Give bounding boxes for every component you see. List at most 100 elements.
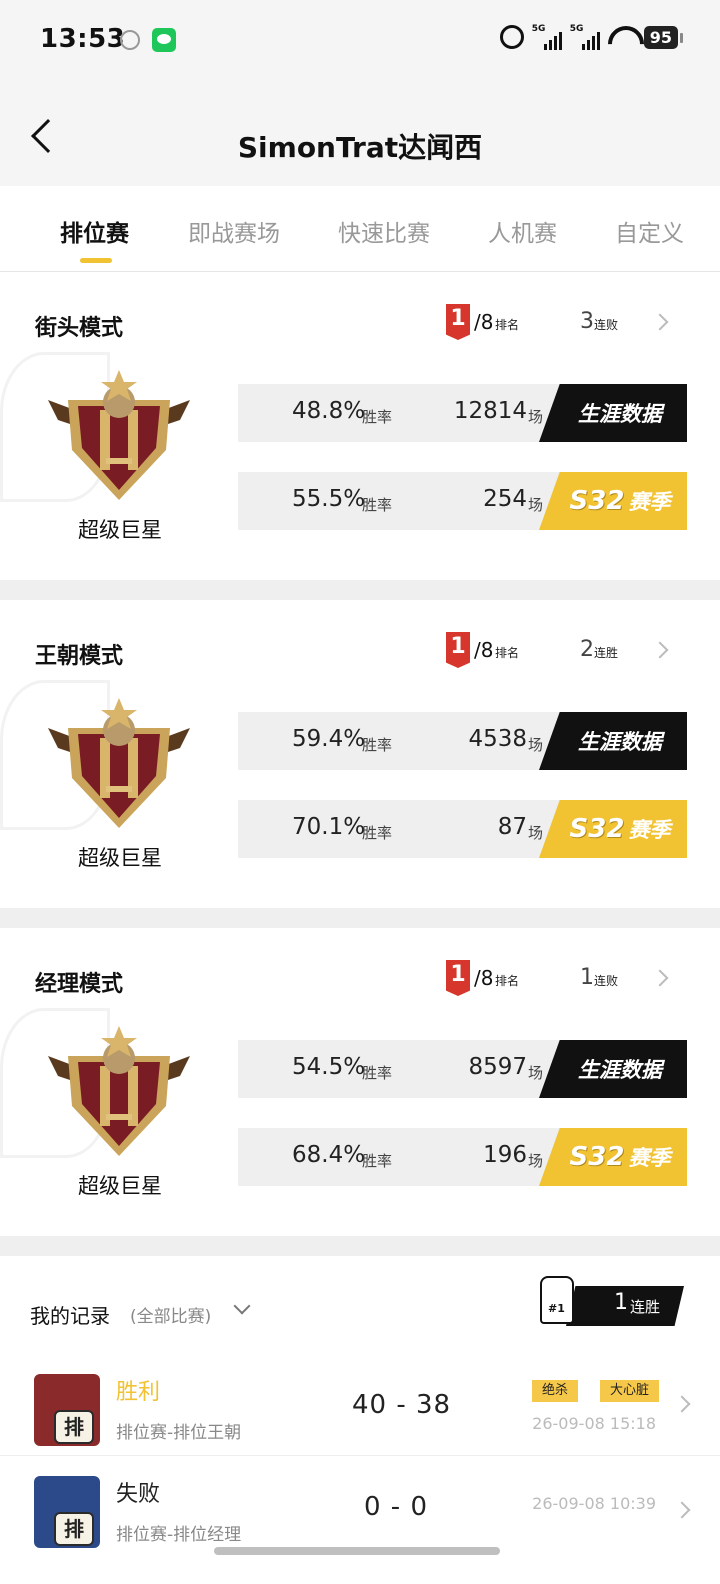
wechat-notification-icon	[152, 28, 176, 52]
rank-total: /8	[474, 966, 494, 990]
games-count: 4538	[468, 726, 527, 752]
win-rate: 59.4%	[292, 726, 366, 752]
games-label: 场	[528, 408, 544, 426]
clock: 13:53	[40, 24, 126, 54]
rank-label: 排名	[495, 646, 520, 660]
win-rate-label: 胜率	[362, 496, 393, 514]
signal-icon-1: 5G	[532, 24, 562, 50]
match-time: 26-09-08 15:18	[532, 1414, 656, 1433]
status-bar: 13:53 5G 5G 95	[0, 0, 720, 80]
career-stats-row[interactable]: 54.5% 胜率 8597 场 生涯数据	[238, 1040, 687, 1098]
season-number: S32	[569, 1142, 625, 1172]
games-count: 12814	[453, 398, 527, 424]
win-rate: 70.1%	[292, 814, 366, 840]
season-number: S32	[569, 814, 625, 844]
alarm-notification-icon	[120, 30, 140, 50]
status-icons: 5G 5G 95	[499, 24, 684, 50]
streak-count: 3	[580, 309, 594, 334]
games-count: 87	[497, 814, 527, 840]
wifi-icon	[608, 26, 636, 48]
tab-ranked[interactable]: 排位赛	[60, 214, 129, 248]
match-score: 0 - 0	[364, 1492, 428, 1522]
win-streak-count: 1	[614, 1290, 628, 1315]
chevron-down-icon[interactable]	[233, 1297, 251, 1315]
match-tag: 绝杀	[532, 1380, 579, 1402]
streak-count: 1	[580, 965, 594, 990]
chevron-right-icon[interactable]	[673, 1501, 691, 1519]
match-result: 胜利	[116, 1380, 161, 1405]
mode-title: 王朝模式	[35, 644, 124, 669]
streak-label: 连败	[594, 318, 619, 332]
superstar-badge-icon	[48, 370, 190, 500]
streak-count: 2	[580, 637, 594, 662]
season-stats-row[interactable]: 55.5% 胜率 254 场 S32 赛季	[238, 472, 687, 530]
win-rate-label: 胜率	[362, 408, 393, 426]
win-rate-label: 胜率	[362, 1064, 393, 1082]
match-mode: 排位赛-排位经理	[116, 1525, 242, 1545]
rank-total: /8	[474, 310, 494, 334]
win-streak-banner: 1 连胜	[566, 1286, 684, 1326]
badge-label: 超级巨星	[78, 518, 162, 542]
active-tab-indicator	[80, 258, 112, 263]
manager-mode-icon: 排	[34, 1476, 100, 1548]
rank-label: 排名	[495, 318, 520, 332]
match-tag: 大心脏	[600, 1380, 660, 1402]
ranked-badge: 排	[54, 1410, 94, 1444]
career-stats-row[interactable]: 59.4% 胜率 4538 场 生涯数据	[238, 712, 687, 770]
season-tag: S32 赛季	[539, 1128, 687, 1186]
games-label: 场	[528, 824, 544, 842]
mode-card-manager: 经理模式 1 /8 排名 1 连败 超级巨星 54.5% 胜率 8597 场 生…	[0, 928, 720, 1236]
streak-label: 连败	[594, 974, 619, 988]
games-count: 196	[483, 1142, 527, 1168]
games-label: 场	[528, 1064, 544, 1082]
career-stats-row[interactable]: 48.8% 胜率 12814 场 生涯数据	[238, 384, 687, 442]
tab-custom[interactable]: 自定义	[615, 214, 684, 248]
career-data-tag: 生涯数据	[539, 712, 687, 770]
match-score: 40 - 38	[352, 1390, 452, 1420]
season-tag: S32 赛季	[539, 472, 687, 530]
home-indicator[interactable]	[214, 1547, 500, 1555]
season-stats-row[interactable]: 70.1% 胜率 87 场 S32 赛季	[238, 800, 687, 858]
header: SimonTrat达闻西	[0, 80, 720, 186]
win-streak-label: 连胜	[630, 1298, 661, 1316]
records-filter-dropdown[interactable]: (全部比赛)	[130, 1302, 211, 1327]
chevron-right-icon[interactable]	[651, 641, 669, 659]
record-row[interactable]: 排 失败 排位赛-排位经理 0 - 0 26-09-08 10:39	[0, 1458, 720, 1558]
tab-quick-match[interactable]: 快速比赛	[338, 214, 430, 248]
win-rate: 55.5%	[292, 486, 366, 512]
match-mode: 排位赛-排位王朝	[116, 1423, 242, 1443]
season-label: 赛季	[628, 818, 671, 842]
win-rate: 48.8%	[292, 398, 366, 424]
win-rate-label: 胜率	[362, 824, 393, 842]
record-row[interactable]: 排 胜利 排位赛-排位王朝 40 - 38 绝杀 大心脏 26-09-08 15…	[0, 1356, 720, 1456]
battery-indicator: 95	[643, 25, 684, 49]
chevron-right-icon[interactable]	[673, 1395, 691, 1413]
streak-label: 连胜	[594, 646, 619, 660]
chevron-right-icon[interactable]	[651, 969, 669, 987]
win-rate: 54.5%	[292, 1054, 366, 1080]
superstar-badge-icon	[48, 1026, 190, 1156]
season-stats-row[interactable]: 68.4% 胜率 196 场 S32 赛季	[238, 1128, 687, 1186]
win-rate-label: 胜率	[362, 1152, 393, 1170]
games-label: 场	[528, 496, 544, 514]
mode-card-street: 街头模式 1 /8 排名 3 连败 超级巨星 48.8% 胜率 12814 场 …	[0, 272, 720, 580]
games-label: 场	[528, 1152, 544, 1170]
tab-instant-battle[interactable]: 即战赛场	[188, 214, 280, 248]
win-rate-label: 胜率	[362, 736, 393, 754]
superstar-badge-icon	[48, 698, 190, 828]
mode-title: 经理模式	[35, 972, 124, 997]
tab-vs-ai[interactable]: 人机赛	[488, 214, 557, 248]
alarm-icon	[499, 25, 524, 49]
games-count: 8597	[468, 1054, 527, 1080]
my-records-section: 我的记录 (全部比赛) 1 连胜 排 胜利 排位赛-排位王朝 40 - 38 绝…	[0, 1256, 720, 1584]
season-number: S32	[569, 486, 625, 516]
season-label: 赛季	[628, 1146, 671, 1170]
match-result: 失败	[116, 1482, 161, 1507]
rank-flag: 1	[446, 960, 470, 996]
records-title: 我的记录	[30, 1304, 110, 1328]
games-label: 场	[528, 736, 544, 754]
season-label: 赛季	[628, 490, 671, 514]
win-rate: 68.4%	[292, 1142, 366, 1168]
signal-icon-2: 5G	[570, 24, 600, 50]
chevron-right-icon[interactable]	[651, 313, 669, 331]
